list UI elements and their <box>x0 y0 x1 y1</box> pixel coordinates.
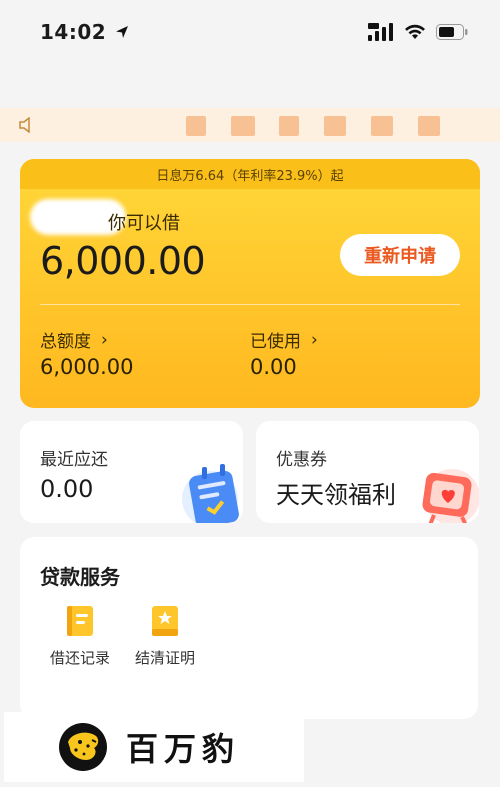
notebook-icon <box>182 464 239 523</box>
wifi-icon <box>405 24 425 39</box>
loan-services-card: 贷款服务 借还记录 结清证明 <box>20 537 478 719</box>
battery-icon <box>436 24 468 40</box>
total-limit-link[interactable]: 总额度 › <box>40 327 108 353</box>
obscured-text <box>324 116 346 136</box>
loan-services-title: 贷款服务 <box>40 565 120 589</box>
recent-repayment-card[interactable]: 最近应还 0.00 <box>20 421 243 523</box>
obscured-text <box>231 116 255 136</box>
status-time: 14:02 <box>40 20 130 44</box>
watermark-text: 百万豹 <box>126 730 241 768</box>
status-bar: 14:02 <box>0 0 500 64</box>
navigation-arrow-icon <box>116 26 129 38</box>
obscured-text <box>371 116 393 136</box>
time-text: 14:02 <box>40 20 107 44</box>
coupon-card[interactable]: 优惠券 天天领福利 <box>256 421 479 523</box>
reapply-button[interactable]: 重新申请 <box>340 234 460 276</box>
total-limit-label: 总额度 <box>40 332 91 352</box>
service-item-label: 借还记录 <box>49 649 110 667</box>
certificate-icon <box>152 606 178 636</box>
ledger-icon <box>67 606 93 636</box>
chevron-right-icon: › <box>311 329 318 350</box>
used-amount-label: 已使用 <box>250 332 301 352</box>
speaker-icon <box>19 117 30 133</box>
divider <box>40 304 460 305</box>
obscured-text <box>279 116 299 136</box>
used-amount-value: 0.00 <box>250 355 297 379</box>
used-amount-link[interactable]: 已使用 › <box>250 327 318 353</box>
leopard-logo-icon <box>59 723 107 771</box>
available-amount: 6,000.00 <box>40 239 206 283</box>
service-item-borrow-repay-records[interactable]: 借还记录 <box>40 605 120 668</box>
obscured-text <box>418 116 440 136</box>
coupon-title: 优惠券 <box>276 450 327 470</box>
interest-rate-banner: 日息万6.64（年利率23.9%）起 <box>20 159 480 189</box>
service-item-settlement-certificate[interactable]: 结清证明 <box>125 605 205 668</box>
notice-banner[interactable] <box>0 108 500 142</box>
obscured-text <box>186 116 206 136</box>
recent-repayment-value: 0.00 <box>40 475 94 503</box>
total-limit-value: 6,000.00 <box>40 355 134 379</box>
loan-card: 日息万6.64（年利率23.9%）起 你可以借 6,000.00 重新申请 总额… <box>20 159 480 408</box>
service-item-label: 结清证明 <box>134 649 195 667</box>
gift-heart-icon <box>422 469 479 523</box>
recent-repayment-title: 最近应还 <box>40 450 108 470</box>
borrow-label: 你可以借 <box>108 213 180 234</box>
watermark: 百万豹 <box>4 712 304 782</box>
cellular-signal-icon <box>368 23 393 41</box>
chevron-right-icon: › <box>101 329 108 350</box>
coupon-value: 天天领福利 <box>276 481 396 509</box>
